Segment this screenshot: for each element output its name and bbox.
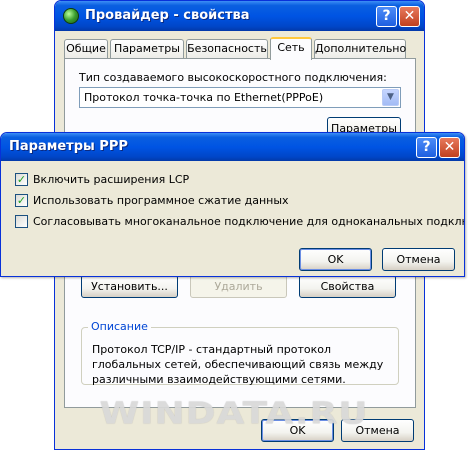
checkbox-multilink[interactable]	[15, 215, 28, 228]
close-button[interactable]: ✕	[399, 6, 420, 27]
remove-button[interactable]: Удалить	[190, 275, 287, 298]
ppp-ok-button[interactable]: OK	[299, 248, 372, 271]
description-title: Описание	[88, 320, 151, 333]
watermark: WINDATA.RU	[99, 396, 369, 431]
ppp-cancel-button[interactable]: Отмена	[382, 248, 455, 271]
help-button[interactable]: ?	[376, 6, 397, 27]
option-label: Включить расширения LCP	[33, 173, 190, 186]
tab-parameters[interactable]: Параметры	[110, 39, 184, 59]
ppp-dialog-title: Параметры PPP	[9, 139, 128, 154]
ppp-settings-dialog: Параметры PPP ? ✕ ✓ Включить расширения …	[0, 132, 465, 277]
connection-type-value: Протокол точка-точка по Ethernet(PPPoE)	[84, 91, 324, 104]
option-label: Использовать программное сжатие данных	[33, 194, 289, 207]
connection-type-label: Тип создаваемого высокоскоростного подкл…	[79, 71, 387, 84]
window-title: Провайдер - свойства	[85, 8, 250, 23]
tab-security[interactable]: Безопасность	[186, 39, 268, 59]
ppp-close-button[interactable]: ✕	[439, 137, 460, 158]
title-bar[interactable]: Провайдер - свойства ? ✕	[55, 1, 424, 31]
tab-advanced[interactable]: Дополнительно	[314, 39, 406, 59]
ppp-help-button[interactable]: ?	[416, 137, 437, 158]
description-text: Протокол TCP/IP - стандартный протокол г…	[92, 343, 384, 386]
ppp-title-bar[interactable]: Параметры PPP ? ✕	[1, 133, 464, 161]
description-group: Описание Протокол TCP/IP - стандартный п…	[81, 320, 399, 386]
option-label: Согласовывать многоканальное подключение…	[33, 215, 465, 228]
network-globe-icon	[63, 8, 79, 24]
install-button[interactable]: Установить...	[81, 275, 178, 298]
tab-general[interactable]: Общие	[64, 39, 108, 59]
checkbox-software-compression[interactable]: ✓	[15, 194, 28, 207]
properties-button[interactable]: Свойства	[299, 275, 396, 298]
tab-network[interactable]: Сеть	[270, 37, 312, 60]
connection-type-dropdown[interactable]: Протокол точка-точка по Ethernet(PPPoE) …	[79, 87, 401, 108]
chevron-down-icon[interactable]: ▼	[382, 89, 399, 106]
checkbox-lcp-extensions[interactable]: ✓	[15, 173, 28, 186]
